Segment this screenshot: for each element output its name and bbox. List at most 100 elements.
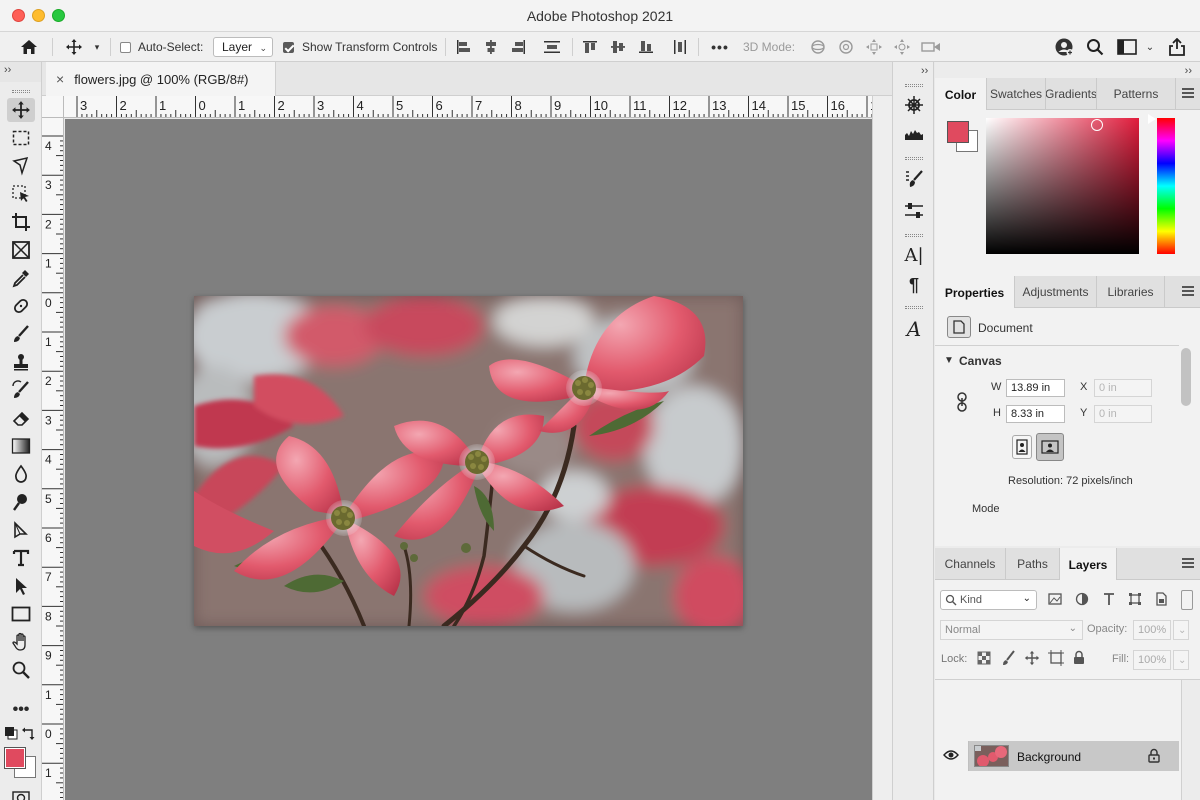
character-panel-icon[interactable]: A| (900, 242, 928, 268)
distribute-horizontal-icon[interactable] (670, 32, 690, 62)
tab-channels[interactable]: Channels (935, 548, 1006, 580)
tab-gradients[interactable]: Gradients (1046, 78, 1097, 110)
type-layer-filter-icon[interactable] (1102, 592, 1116, 609)
collapse-icon[interactable]: ›› (4, 64, 11, 76)
healing-brush-tool-icon[interactable] (7, 294, 35, 318)
panel-menu-icon[interactable] (1182, 558, 1194, 568)
collapse-panels-icon[interactable]: ›› (1185, 65, 1192, 77)
history-brush-tool-icon[interactable] (7, 378, 35, 402)
dodge-tool-icon[interactable] (7, 490, 35, 514)
opacity-dropdown-toggle[interactable]: ⌄ (1173, 620, 1189, 640)
zoom-tool-icon[interactable] (7, 658, 35, 682)
color-picker-handle[interactable] (1091, 119, 1103, 131)
eyedropper-tool-icon[interactable] (7, 266, 35, 290)
canvas-scrollbar[interactable] (872, 96, 892, 800)
properties-scrollbar[interactable] (1181, 348, 1191, 406)
default-colors-icon[interactable] (2, 724, 20, 742)
lock-all-icon[interactable] (1073, 650, 1085, 668)
foreground-color-chip[interactable] (947, 121, 969, 143)
move-tool-icon[interactable] (7, 98, 35, 122)
eraser-tool-icon[interactable] (7, 406, 35, 430)
tab-libraries[interactable]: Libraries (1097, 276, 1165, 308)
canvas-width-field[interactable]: 13.89 in (1006, 379, 1065, 397)
edit-toolbar-icon[interactable]: ••• (7, 698, 35, 722)
align-left-edges-icon[interactable] (453, 32, 473, 62)
search-icon[interactable] (1083, 32, 1107, 62)
hue-slider[interactable] (1157, 118, 1175, 254)
chevron-down-icon[interactable]: ⌄ (1142, 32, 1158, 62)
quick-mask-icon[interactable] (7, 786, 35, 800)
document-tab[interactable]: × flowers.jpg @ 100% (RGB/8#) (46, 62, 276, 96)
clone-stamp-tool-icon[interactable] (7, 350, 35, 374)
tab-patterns[interactable]: Patterns (1097, 78, 1176, 110)
type-tool-icon[interactable] (7, 546, 35, 570)
lock-transparent-pixels-icon[interactable] (977, 651, 991, 668)
portrait-orientation-icon[interactable] (1012, 435, 1032, 459)
fill-dropdown-toggle[interactable]: ⌄ (1173, 650, 1189, 670)
layer-filter-dropdown[interactable]: Kind ⌄ (940, 590, 1037, 610)
show-transform-checkbox[interactable] (281, 32, 295, 62)
landscape-orientation-icon[interactable] (1036, 433, 1064, 461)
move-tool-preset-icon[interactable] (62, 32, 86, 62)
align-right-edges-icon[interactable] (509, 32, 529, 62)
rectangle-tool-icon[interactable] (7, 602, 35, 626)
lasso-tool-icon[interactable] (7, 154, 35, 178)
tab-properties[interactable]: Properties (935, 276, 1015, 309)
lock-icon[interactable] (1148, 748, 1160, 766)
hue-slider-handle[interactable] (1148, 114, 1156, 124)
horizontal-ruler[interactable]: 3210123456789101112131415161 (64, 96, 872, 118)
adjustment-layer-filter-icon[interactable] (1075, 592, 1089, 609)
lock-artboard-icon[interactable] (1048, 650, 1064, 669)
panel-menu-icon[interactable] (1182, 88, 1194, 98)
opacity-field[interactable]: 100% (1133, 620, 1171, 640)
toolbar-collapse-strip[interactable]: ›› (0, 62, 42, 82)
hand-tool-icon[interactable] (7, 630, 35, 654)
swap-colors-icon[interactable] (20, 724, 38, 742)
brush-settings-panel-icon[interactable] (900, 166, 928, 192)
panel-grip[interactable] (905, 306, 923, 309)
tab-swatches[interactable]: Swatches (987, 78, 1046, 110)
panel-grip[interactable] (905, 84, 923, 87)
workspace-icon[interactable] (1114, 32, 1140, 62)
share-icon[interactable] (1164, 32, 1190, 62)
align-bottom-edges-icon[interactable] (636, 32, 656, 62)
eye-icon[interactable] (943, 749, 959, 764)
tab-adjustments[interactable]: Adjustments (1015, 276, 1097, 308)
vertical-ruler[interactable]: 43210123456789101 (42, 96, 64, 800)
expand-panels-icon[interactable]: ›› (921, 65, 928, 77)
close-tab-icon[interactable]: × (56, 71, 64, 87)
crop-tool-icon[interactable] (7, 210, 35, 234)
glyphs-panel-icon[interactable]: A (900, 316, 928, 342)
tab-paths[interactable]: Paths (1006, 548, 1060, 580)
panel-grip[interactable] (905, 157, 923, 160)
auto-select-checkbox[interactable] (118, 32, 132, 62)
auto-select-target-dropdown[interactable]: Layer ⌄ (213, 37, 273, 57)
home-icon[interactable] (14, 32, 44, 62)
blur-tool-icon[interactable] (7, 462, 35, 486)
lock-position-icon[interactable] (1024, 650, 1040, 669)
histogram-panel-icon[interactable] (900, 120, 928, 146)
panel-menu-icon[interactable] (1182, 286, 1194, 296)
align-vertical-centers-icon[interactable] (608, 32, 628, 62)
document-image[interactable] (194, 296, 743, 626)
object-selection-tool-icon[interactable] (7, 182, 35, 206)
marquee-tool-icon[interactable] (7, 126, 35, 150)
tab-color[interactable]: Color (935, 78, 987, 111)
saturation-brightness-field[interactable] (986, 118, 1139, 254)
gradient-tool-icon[interactable] (7, 434, 35, 458)
layer-row[interactable]: Background (935, 741, 1179, 771)
user-account-icon[interactable] (1052, 32, 1076, 62)
smart-object-filter-icon[interactable] (1154, 592, 1168, 609)
pixel-layer-filter-icon[interactable] (1048, 593, 1062, 608)
ruler-origin[interactable] (42, 96, 64, 118)
brush-tool-icon[interactable] (7, 322, 35, 346)
shape-layer-filter-icon[interactable] (1128, 592, 1142, 609)
layers-scrollbar[interactable] (1181, 680, 1200, 800)
chevron-down-icon[interactable]: ▼ (944, 355, 954, 366)
filter-toggle-switch[interactable] (1181, 590, 1193, 610)
fill-field[interactable]: 100% (1133, 650, 1171, 670)
paragraph-panel-icon[interactable]: ¶ (900, 272, 928, 298)
tab-layers[interactable]: Layers (1060, 548, 1117, 581)
path-selection-tool-icon[interactable] (7, 574, 35, 598)
toolbar-grip[interactable] (12, 90, 30, 93)
